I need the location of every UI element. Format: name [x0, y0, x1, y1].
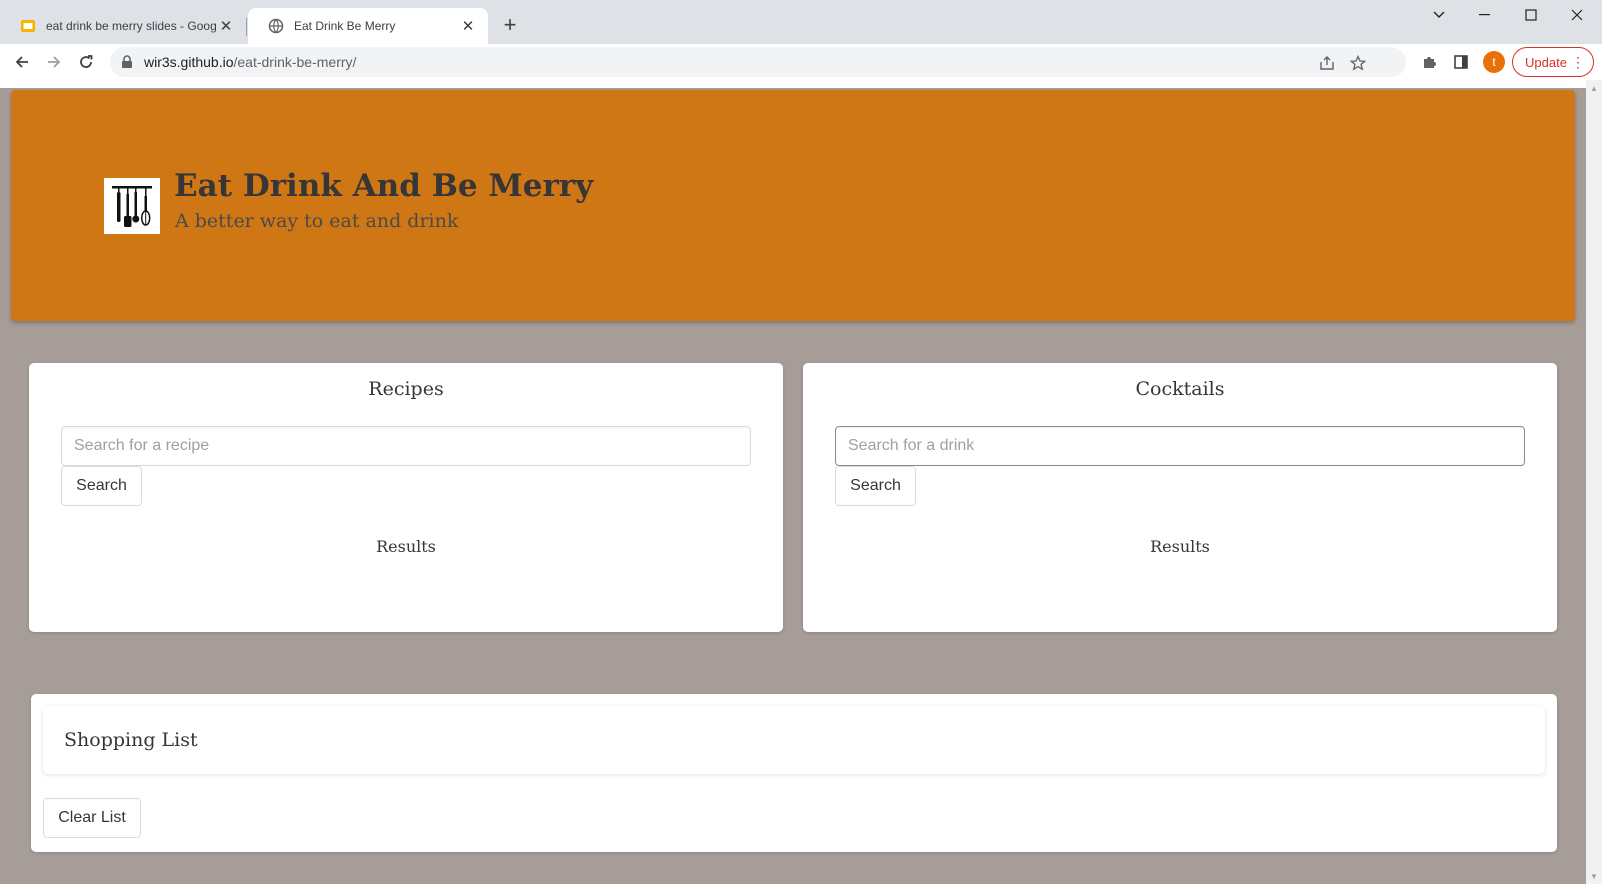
clear-list-button[interactable]: Clear List — [43, 798, 141, 838]
page-title: Eat Drink And Be Merry — [174, 168, 594, 204]
browser-toolbar: wir3s.github.io/eat-drink-be-merry/ t Up… — [0, 44, 1602, 80]
close-tab-icon[interactable]: ✕ — [216, 16, 236, 36]
update-button[interactable]: Update ⋮ — [1512, 47, 1594, 77]
reload-icon[interactable] — [72, 48, 100, 76]
cocktails-card: Cocktails Search Results — [803, 363, 1557, 632]
recipes-heading: Recipes — [368, 378, 444, 400]
back-arrow-icon[interactable] — [8, 48, 36, 76]
update-label: Update — [1525, 54, 1567, 70]
shopping-list-heading: Shopping List — [64, 729, 198, 751]
close-tab-icon[interactable]: ✕ — [458, 16, 478, 36]
lock-icon[interactable] — [120, 55, 134, 69]
url-path: /eat-drink-be-merry/ — [233, 54, 357, 70]
cocktails-heading: Cocktails — [1135, 378, 1225, 400]
tab-eat-drink-be-merry[interactable]: Eat Drink Be Merry ✕ — [248, 8, 488, 44]
drink-search-button[interactable]: Search — [835, 466, 916, 506]
url-host: wir3s.github.io — [144, 54, 234, 70]
tab-slides[interactable]: eat drink be merry slides - Googl ✕ — [0, 8, 246, 44]
hero-banner: Eat Drink And Be Merry A better way to e… — [11, 90, 1575, 321]
google-slides-icon — [20, 18, 36, 34]
side-panel-icon[interactable] — [1451, 52, 1471, 72]
page-viewport: Eat Drink And Be Merry A better way to e… — [0, 80, 1602, 884]
close-window-icon[interactable] — [1554, 0, 1600, 30]
drink-search-input[interactable] — [835, 426, 1525, 466]
globe-icon — [268, 18, 284, 34]
forward-arrow-icon[interactable] — [40, 48, 68, 76]
extensions-puzzle-icon[interactable] — [1419, 52, 1439, 72]
tab-strip: eat drink be merry slides - Googl ✕ Eat … — [0, 0, 1602, 44]
tab-title: eat drink be merry slides - Googl — [46, 19, 216, 33]
maximize-icon[interactable] — [1508, 0, 1554, 30]
address-bar[interactable]: wir3s.github.io/eat-drink-be-merry/ — [110, 47, 1406, 77]
tab-search-chevron-icon[interactable] — [1416, 0, 1462, 30]
drink-results-label: Results — [1150, 537, 1210, 556]
recipe-results-label: Results — [376, 537, 436, 556]
page-top-strip — [0, 80, 1586, 88]
shopping-list-card: Shopping List Clear List — [31, 694, 1557, 852]
scroll-up-arrow-icon[interactable]: ▲ — [1586, 80, 1602, 96]
tab-title: Eat Drink Be Merry — [294, 19, 396, 33]
url-text[interactable]: wir3s.github.io/eat-drink-be-merry/ — [144, 54, 356, 70]
recipe-search-button[interactable]: Search — [61, 466, 142, 506]
bookmark-star-icon[interactable] — [1349, 54, 1367, 72]
tab-separator — [246, 18, 247, 36]
profile-avatar[interactable]: t — [1483, 51, 1505, 73]
minimize-icon[interactable] — [1462, 0, 1508, 30]
share-icon[interactable] — [1318, 54, 1336, 72]
scroll-down-arrow-icon[interactable]: ▼ — [1586, 868, 1602, 884]
more-menu-icon[interactable]: ⋮ — [1571, 54, 1585, 70]
kitchen-utensils-logo-icon — [104, 178, 160, 234]
page-scrollbar[interactable]: ▲ ▼ — [1586, 80, 1602, 884]
recipes-card: Recipes Search Results — [29, 363, 783, 632]
shopping-list-header: Shopping List — [43, 706, 1545, 774]
new-tab-icon[interactable]: + — [498, 12, 522, 37]
page-subtitle: A better way to eat and drink — [175, 210, 459, 232]
recipe-search-input[interactable] — [61, 426, 751, 466]
